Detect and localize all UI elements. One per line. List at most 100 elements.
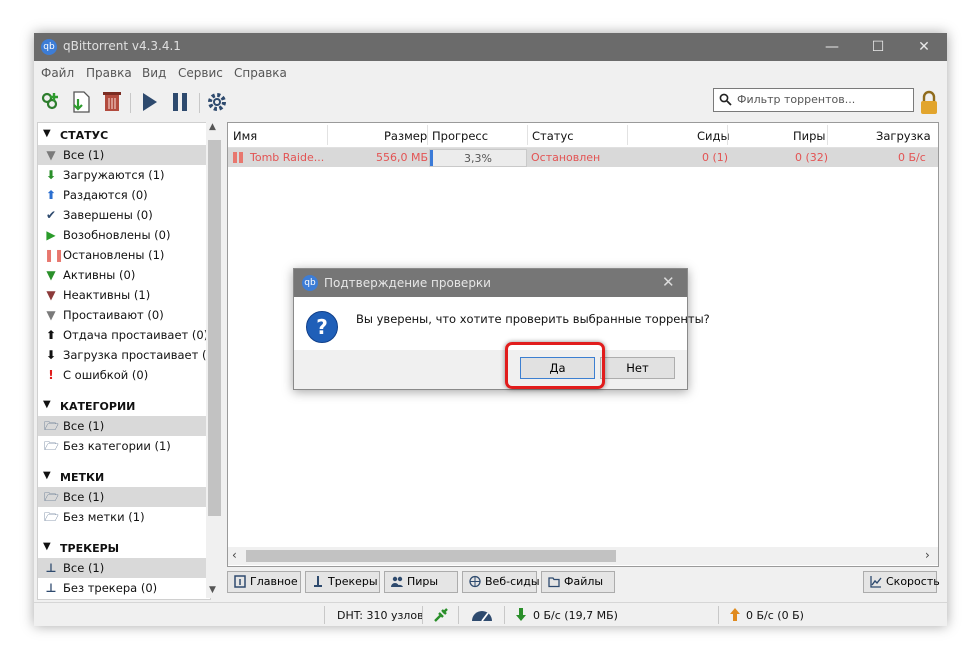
torrent-name: Tomb Raide... [250,151,325,164]
column-name[interactable]: Имя [233,129,257,143]
pause-red-icon [233,152,243,163]
menu-file[interactable]: Файл [41,66,74,80]
download-speed-status: 0 Б/с (19,7 МБ) [533,609,618,622]
column-seeds[interactable]: Сиды [697,129,730,143]
trackers-section-header[interactable]: ▼ ТРЕКЕРЫ [38,538,208,558]
play-green-icon: ▶ [46,228,56,242]
resume-icon[interactable] [136,89,162,115]
torrent-seeds: 0 (1) [702,151,729,164]
close-button[interactable]: ✕ [901,33,947,61]
minimize-button[interactable]: — [809,33,855,61]
column-peers[interactable]: Пиры [793,129,826,143]
progress-text: 3,3% [464,152,492,165]
tracker-all[interactable]: ⊥ Все (1) [38,558,206,578]
delete-icon[interactable] [99,89,125,115]
column-progress[interactable]: Прогресс [432,129,488,143]
status-section-header[interactable]: ▼ СТАТУС [38,125,208,145]
tag-untagged[interactable]: 🗁 Без метки (1) [38,507,206,527]
dialog-title-bar[interactable]: qb Подтверждение проверки ✕ [294,269,687,297]
lock-icon[interactable] [919,90,939,116]
chevron-down-icon: ▼ [43,470,51,481]
category-uncategorized[interactable]: 🗁 Без категории (1) [38,436,206,456]
tracker-icon: ⊥ [45,581,57,595]
sidebar-scroll-thumb[interactable] [208,140,221,516]
menu-tools[interactable]: Сервис [178,66,223,80]
maximize-button[interactable]: ☐ [855,33,901,61]
app-logo-icon: qb [41,39,57,55]
status-inactive[interactable]: ▼ Неактивны (1) [38,285,206,305]
torrent-filter-input[interactable]: Фильтр торрентов... [713,88,914,112]
tab-general[interactable]: Главное [227,571,301,593]
dialog-close-icon[interactable]: ✕ [662,273,675,291]
pause-icon[interactable] [167,89,193,115]
torrent-download-speed: 0 Б/с [898,151,926,164]
status-seeding[interactable]: ⬆ Раздаются (0) [38,185,206,205]
sidebar-scrollbar[interactable]: ▲ ▼ [206,122,222,598]
status-all[interactable]: ▼ Все (1) [38,145,206,165]
tags-section-header[interactable]: ▼ МЕТКИ [38,467,208,487]
tab-peers[interactable]: Пиры [384,571,458,593]
toolbar-separator [199,93,200,113]
add-torrent-file-icon[interactable] [68,89,94,115]
connection-icon[interactable] [433,607,449,623]
status-stalled[interactable]: ▼ Простаивают (0) [38,305,206,325]
column-status[interactable]: Статус [532,129,574,143]
speed-button[interactable]: Скорость [863,571,940,593]
funnel-gray-icon: ▼ [46,308,56,322]
folder-icon: 🗁 [44,439,59,453]
tracker-icon: ⊥ [45,561,57,575]
list-scroll-thumb[interactable] [246,550,616,562]
scroll-down-icon[interactable]: ▼ [209,585,216,595]
status-bar: DHT: 310 узлов 0 Б/с (19,7 МБ) 0 Б/с (0 … [34,602,947,626]
tag-all[interactable]: 🗁 Все (1) [38,487,206,507]
info-icon [234,575,246,588]
table-row[interactable]: Tomb Raide... 556,0 МБ 3,3% Остановлен 0… [228,148,938,167]
menu-edit[interactable]: Правка [86,66,132,80]
menu-bar: Файл Правка Вид Сервис Справка [34,61,947,83]
tab-trackers[interactable]: Трекеры [305,571,380,593]
speed-limit-icon[interactable] [470,607,494,623]
status-completed[interactable]: ✔ Завершены (0) [38,205,206,225]
menu-help[interactable]: Справка [234,66,287,80]
add-torrent-link-icon[interactable] [38,89,64,115]
column-download[interactable]: Загрузка [876,129,931,143]
list-horizontal-scrollbar[interactable]: ‹ › [228,547,938,565]
chevron-down-icon: ▼ [43,128,51,139]
torrent-peers: 0 (32) [795,151,829,164]
chevron-down-icon: ▼ [43,399,51,410]
folder-icon [548,577,560,588]
status-errored[interactable]: ! С ошибкой (0) [38,365,206,385]
status-stalled-downloading[interactable]: ⬇ Загрузка простаивает (0) [38,345,210,365]
tab-files[interactable]: Файлы [541,571,615,593]
chart-line-icon [870,576,882,588]
globe-icon [469,575,481,588]
title-bar[interactable]: qb qBittorrent v4.3.4.1 — ☐ ✕ [34,33,947,61]
scroll-right-icon[interactable]: › [925,548,930,562]
toolbar-separator [130,93,131,113]
torrent-size: 556,0 МБ [376,151,429,164]
category-all[interactable]: 🗁 Все (1) [38,416,206,436]
funnel-green-icon: ▼ [46,268,56,282]
folder-icon: 🗁 [44,419,59,433]
arrow-down-green-icon [516,608,526,621]
status-downloading[interactable]: ⬇ Загружаются (1) [38,165,206,185]
categories-section-header[interactable]: ▼ КАТЕГОРИИ [38,396,208,416]
list-header: Имя Размер Прогресс Статус Сиды Пиры Заг… [228,123,938,148]
scroll-left-icon[interactable]: ‹ [232,548,237,562]
scroll-up-icon[interactable]: ▲ [209,122,216,132]
status-stalled-uploading[interactable]: ⬆ Отдача простаивает (0) [38,325,208,345]
tab-web-seeds[interactable]: Веб-сиды [462,571,540,593]
no-button[interactable]: Нет [600,357,675,379]
arrow-up-blue-icon: ⬆ [45,188,57,202]
arrow-up-orange-icon [730,608,740,621]
status-paused[interactable]: ❚❚ Остановлены (1) [38,245,206,265]
dialog-title: Подтверждение проверки [324,276,491,290]
column-size[interactable]: Размер [384,129,427,143]
menu-view[interactable]: Вид [142,66,166,80]
gear-icon[interactable] [204,89,230,115]
status-resumed[interactable]: ▶ Возобновлены (0) [38,225,206,245]
tracker-trackerless[interactable]: ⊥ Без трекера (0) [38,578,206,598]
folder-icon: 🗁 [44,510,59,524]
status-active[interactable]: ▼ Активны (0) [38,265,206,285]
sidebar: ▼ СТАТУС ▼ Все (1) ⬇ Загружаются (1) ⬆ Р… [37,122,211,600]
